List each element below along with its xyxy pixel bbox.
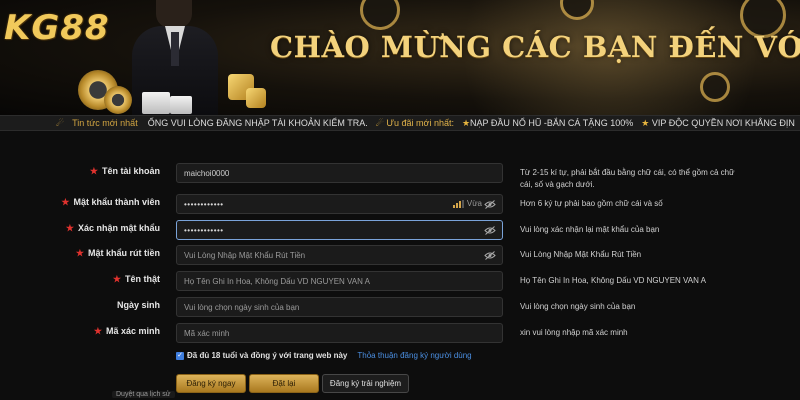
required-star-icon: ★ (112, 274, 121, 284)
promo-text: VIP ĐỘC QUYỀN NƠI KHẲNG ĐỊN (651, 117, 795, 128)
gift-icon (142, 92, 170, 114)
hero-banner: KG88 CHÀO MỪNG CÁC BẠN ĐẾN VỚI (0, 0, 800, 115)
strength-bars-icon (452, 199, 464, 208)
required-star-icon: ★ (89, 166, 98, 176)
birthday-input[interactable]: Vui lòng chọn ngày sinh của bạn (176, 297, 503, 317)
megaphone-icon: ☄ (375, 117, 384, 128)
registration-form: ★ Tên tài khoản maichoi0000 Từ 2-15 kí tự… (0, 131, 800, 400)
confirm-password-hint: Vui lòng xác nhận lại mật khẩu của bạn (520, 225, 660, 234)
dice-icon (246, 88, 266, 108)
decor-coin (700, 72, 730, 102)
captcha-input[interactable]: Mã xác minh (176, 323, 503, 343)
presenter-head (156, 0, 192, 28)
username-hint: Từ 2-15 kí tự, phải bắt đầu bằng chữ cái… (520, 168, 735, 189)
promo-item: ★NẠP ĐẦU NỔ HŨ -BẮN CÁ TẶNG 100% (462, 118, 633, 129)
eye-hidden-icon[interactable] (484, 225, 496, 236)
reset-button[interactable]: Đặt lại (249, 374, 319, 393)
star-icon: ★ (461, 117, 471, 128)
register-button[interactable]: Đăng ký ngay (176, 374, 246, 393)
promo-group: ☄ Ưu đãi mới nhất: (376, 118, 454, 129)
withdraw-password-input[interactable]: Vui Lòng Nhập Mật Khẩu Rút Tiền (176, 245, 503, 265)
username-input[interactable]: maichoi0000 (176, 163, 503, 183)
row-real-name: ★ Tên thật Họ Tên Ghi In Hoa, Không Dấu V… (0, 271, 800, 291)
required-star-icon: ★ (93, 326, 102, 336)
ticker-text: ỐNG VUI LÒNG ĐĂNG NHẬP TÀI KHOẢN KIỂM TR… (147, 117, 368, 128)
password-input[interactable]: •••••••••••• Vừa (176, 194, 503, 214)
row-withdraw-password: ★ Mật khẩu rút tiền Vui Lòng Nhập Mật Khẩ… (0, 245, 800, 265)
news-ticker[interactable]: ỐNG VUI LÒNG ĐĂNG NHẬP TÀI KHOẢN KIỂM TR… (148, 118, 795, 129)
gift-icon (170, 96, 192, 114)
news-ticker-bar: ☄ Tin tức mới nhất ỐNG VUI LÒNG ĐĂNG NHẬ… (0, 115, 800, 131)
megaphone-icon: ☄ (56, 117, 65, 128)
real-name-input[interactable]: Họ Tên Ghi In Hoa, Không Dấu VD NGUYEN V… (176, 271, 503, 291)
username-label: ★ Tên tài khoản (89, 166, 160, 176)
promo-item: ★ VIP ĐỘC QUYỀN NƠI KHẲNG ĐỊN (641, 118, 795, 129)
row-username: ★ Tên tài khoản maichoi0000 Từ 2-15 kí tự… (0, 163, 800, 189)
password-hint: Hơn 6 ký tự phải bao gồm chữ cái và số (520, 199, 663, 208)
agree-text: Đã đủ 18 tuổi và đồng ý với trang web nà… (187, 351, 348, 360)
confirm-password-input[interactable]: •••••••••••• (176, 220, 503, 240)
password-label: ★ Mật khẩu thành viên (61, 197, 160, 207)
row-captcha: ★ Mã xác minh Mã xác minh xin vui lòng nh… (0, 323, 800, 343)
row-birthday: Ngày sinh Vui lòng chọn ngày sinh của bạ… (0, 297, 800, 317)
promo-label: Ưu đãi mới nhất: (386, 117, 454, 128)
confirm-password-label: ★ Xác nhận mật khẩu (65, 223, 160, 233)
agreement-row: ✓ Đã đủ 18 tuổi và đồng ý với trang web … (176, 351, 472, 360)
required-star-icon: ★ (65, 223, 74, 233)
withdraw-password-label: ★ Mật khẩu rút tiền (75, 248, 160, 258)
star-icon: ★ (641, 117, 650, 128)
history-tag[interactable]: Duyệt qua lịch sử (112, 391, 175, 398)
chip-icon (104, 86, 132, 114)
real-name-hint: Họ Tên Ghi In Hoa, Không Dấu VD NGUYEN V… (520, 276, 707, 285)
terms-link[interactable]: Thỏa thuận đăng ký người dùng (357, 351, 471, 360)
site-logo[interactable]: KG88 (4, 8, 110, 48)
row-password: ★ Mật khẩu thành viên •••••••••••• Vừa Hơ… (0, 194, 800, 214)
registration-page: KG88 CHÀO MỪNG CÁC BẠN ĐẾN VỚI ☄ Tin tức… (0, 0, 800, 400)
row-confirm-password: ★ Xác nhận mật khẩu •••••••••••• Vui lòng… (0, 220, 800, 240)
birthday-label: Ngày sinh (116, 300, 160, 310)
required-star-icon: ★ (75, 248, 84, 258)
trial-register-button[interactable]: Đăng ký trải nghiệm (322, 374, 409, 393)
eye-hidden-icon[interactable] (484, 199, 496, 210)
withdraw-password-hint: Vui Lòng Nhập Mật Khẩu Rút Tiền (520, 250, 642, 259)
decor-coin (360, 0, 400, 30)
promo-text: NẠP ĐẦU NỔ HŨ -BẮN CÁ TẶNG 100% (470, 117, 634, 128)
captcha-label: ★ Mã xác minh (93, 326, 160, 336)
real-name-label: ★ Tên thật (112, 274, 160, 284)
agree-checkbox[interactable]: ✓ (176, 351, 184, 360)
captcha-hint: xin vui lòng nhập mã xác minh (520, 328, 628, 337)
casino-props (78, 60, 268, 115)
birthday-hint: Vui lòng chọn ngày sinh của bạn (520, 302, 636, 311)
news-label: Tin tức mới nhất (72, 118, 138, 128)
password-strength: Vừa (452, 199, 482, 208)
required-star-icon: ★ (61, 197, 70, 207)
eye-hidden-icon[interactable] (484, 250, 496, 261)
welcome-heading: CHÀO MỪNG CÁC BẠN ĐẾN VỚI (270, 30, 800, 64)
